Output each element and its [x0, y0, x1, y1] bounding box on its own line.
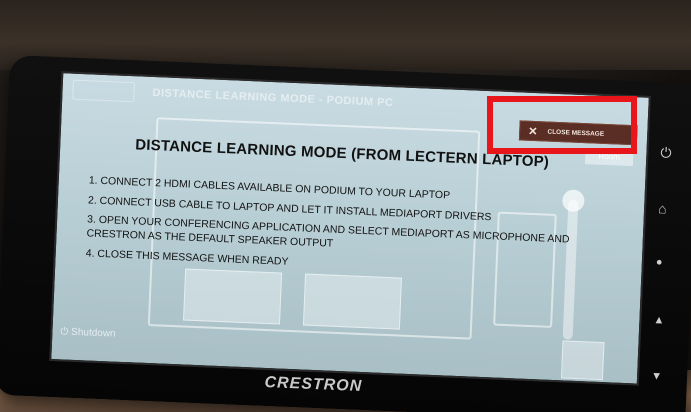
- shutdown-button[interactable]: ⏻ Shutdown: [60, 326, 116, 339]
- volume-down-icon[interactable]: ▼: [651, 370, 662, 382]
- red-highlight-box: [487, 96, 637, 154]
- power-icon[interactable]: ⏻: [660, 144, 672, 161]
- university-logo: [72, 79, 135, 103]
- source-card-left[interactable]: [183, 268, 283, 325]
- photo-scene: DISTANCE LEARNING MODE - PODIUM PC ⏻ Shu…: [0, 0, 691, 412]
- mode-header: DISTANCE LEARNING MODE - PODIUM PC: [152, 87, 394, 110]
- home-icon[interactable]: ⌂: [658, 200, 667, 216]
- shutdown-label: Shutdown: [70, 326, 116, 340]
- source-card-right[interactable]: [302, 273, 403, 330]
- volume-up-icon[interactable]: ▲: [653, 314, 664, 326]
- mute-button[interactable]: [560, 340, 605, 381]
- power-icon: ⏻: [60, 326, 72, 338]
- crestron-logo: CRESTRON: [264, 373, 363, 396]
- lightbulb-icon[interactable]: ●: [656, 256, 663, 268]
